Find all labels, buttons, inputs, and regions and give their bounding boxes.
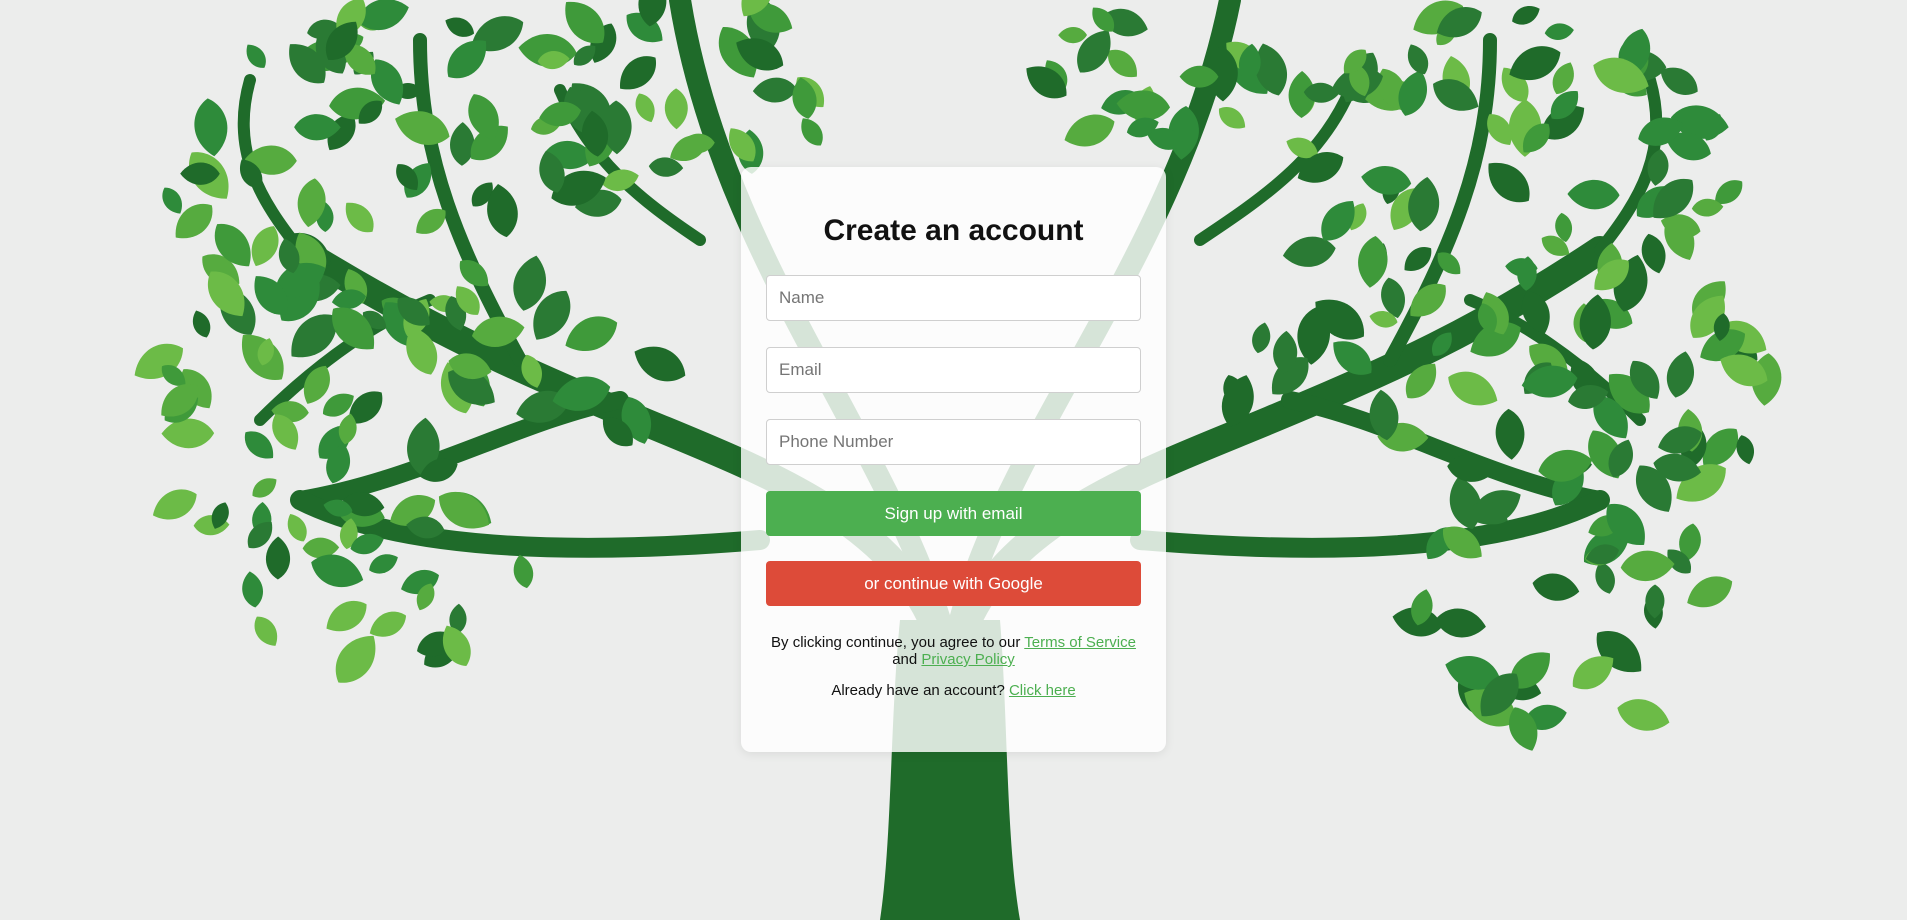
- tree-leaf: [1448, 371, 1498, 406]
- email-field[interactable]: [766, 347, 1141, 393]
- tree-leaf: [1512, 5, 1540, 25]
- legal-prefix: By clicking continue, you agree to our: [771, 634, 1025, 651]
- signup-card: Create an account Sign up with email or …: [741, 167, 1166, 752]
- tree-leaf: [449, 122, 475, 166]
- tree-leaf: [287, 513, 307, 542]
- google-signin-button[interactable]: or continue with Google: [766, 561, 1141, 606]
- tree-leaf: [1252, 322, 1271, 354]
- tree-leaf: [635, 93, 655, 123]
- tree-leaf: [369, 554, 398, 574]
- tree-leaf: [252, 478, 277, 498]
- tree-leaf: [1567, 179, 1620, 210]
- tree-leaf: [801, 118, 823, 146]
- tree-leaf: [664, 88, 688, 130]
- tree-leaf: [1435, 608, 1486, 638]
- login-text: Already have an account?: [831, 682, 1009, 699]
- tree-leaf: [1532, 573, 1580, 601]
- tree-leaf: [1544, 23, 1574, 40]
- tree-leaf: [161, 418, 215, 449]
- tree-leaf: [345, 202, 374, 233]
- tree-branch-4: [291, 391, 629, 509]
- tree-leaf: [513, 554, 534, 589]
- tree-leaf: [1620, 550, 1675, 582]
- terms-link[interactable]: Terms of Service: [1024, 634, 1136, 651]
- tree-leaf: [1488, 162, 1530, 203]
- tree-leaf: [246, 44, 266, 68]
- tree-leaf: [620, 56, 657, 90]
- tree-leaf: [242, 571, 263, 608]
- phone-field[interactable]: [766, 419, 1141, 465]
- tree-leaf: [265, 536, 291, 580]
- tree-leaf: [1666, 351, 1694, 398]
- tree-leaf: [1687, 576, 1733, 608]
- tree-branch-7: [1130, 490, 1610, 558]
- tree-leaf: [152, 489, 197, 520]
- privacy-link[interactable]: Privacy Policy: [921, 651, 1014, 668]
- tree-leaf: [194, 98, 228, 157]
- tree-leaf: [1617, 699, 1670, 731]
- legal-notice: By clicking continue, you agree to our T…: [766, 634, 1141, 668]
- login-link[interactable]: Click here: [1009, 682, 1076, 699]
- signup-email-button[interactable]: Sign up with email: [766, 491, 1141, 536]
- name-field[interactable]: [766, 275, 1141, 321]
- tree-leaf: [254, 616, 278, 646]
- page-title: Create an account: [823, 214, 1084, 247]
- tree-leaf: [1495, 408, 1525, 460]
- legal-conjunction: and: [892, 651, 922, 668]
- tree-leaf: [1219, 107, 1246, 129]
- tree-leaf: [192, 310, 211, 338]
- tree-leaf: [326, 600, 367, 632]
- tree-leaf: [1058, 26, 1088, 44]
- tree-leaf: [445, 17, 475, 37]
- tree-leaf: [1064, 114, 1115, 147]
- tree-leaf: [162, 187, 182, 214]
- tree-leaf: [1358, 236, 1388, 288]
- tree-leaf: [752, 77, 797, 103]
- login-prompt: Already have an account? Click here: [766, 682, 1141, 699]
- tree-leaf: [634, 346, 686, 382]
- tree-leaf: [1521, 365, 1578, 398]
